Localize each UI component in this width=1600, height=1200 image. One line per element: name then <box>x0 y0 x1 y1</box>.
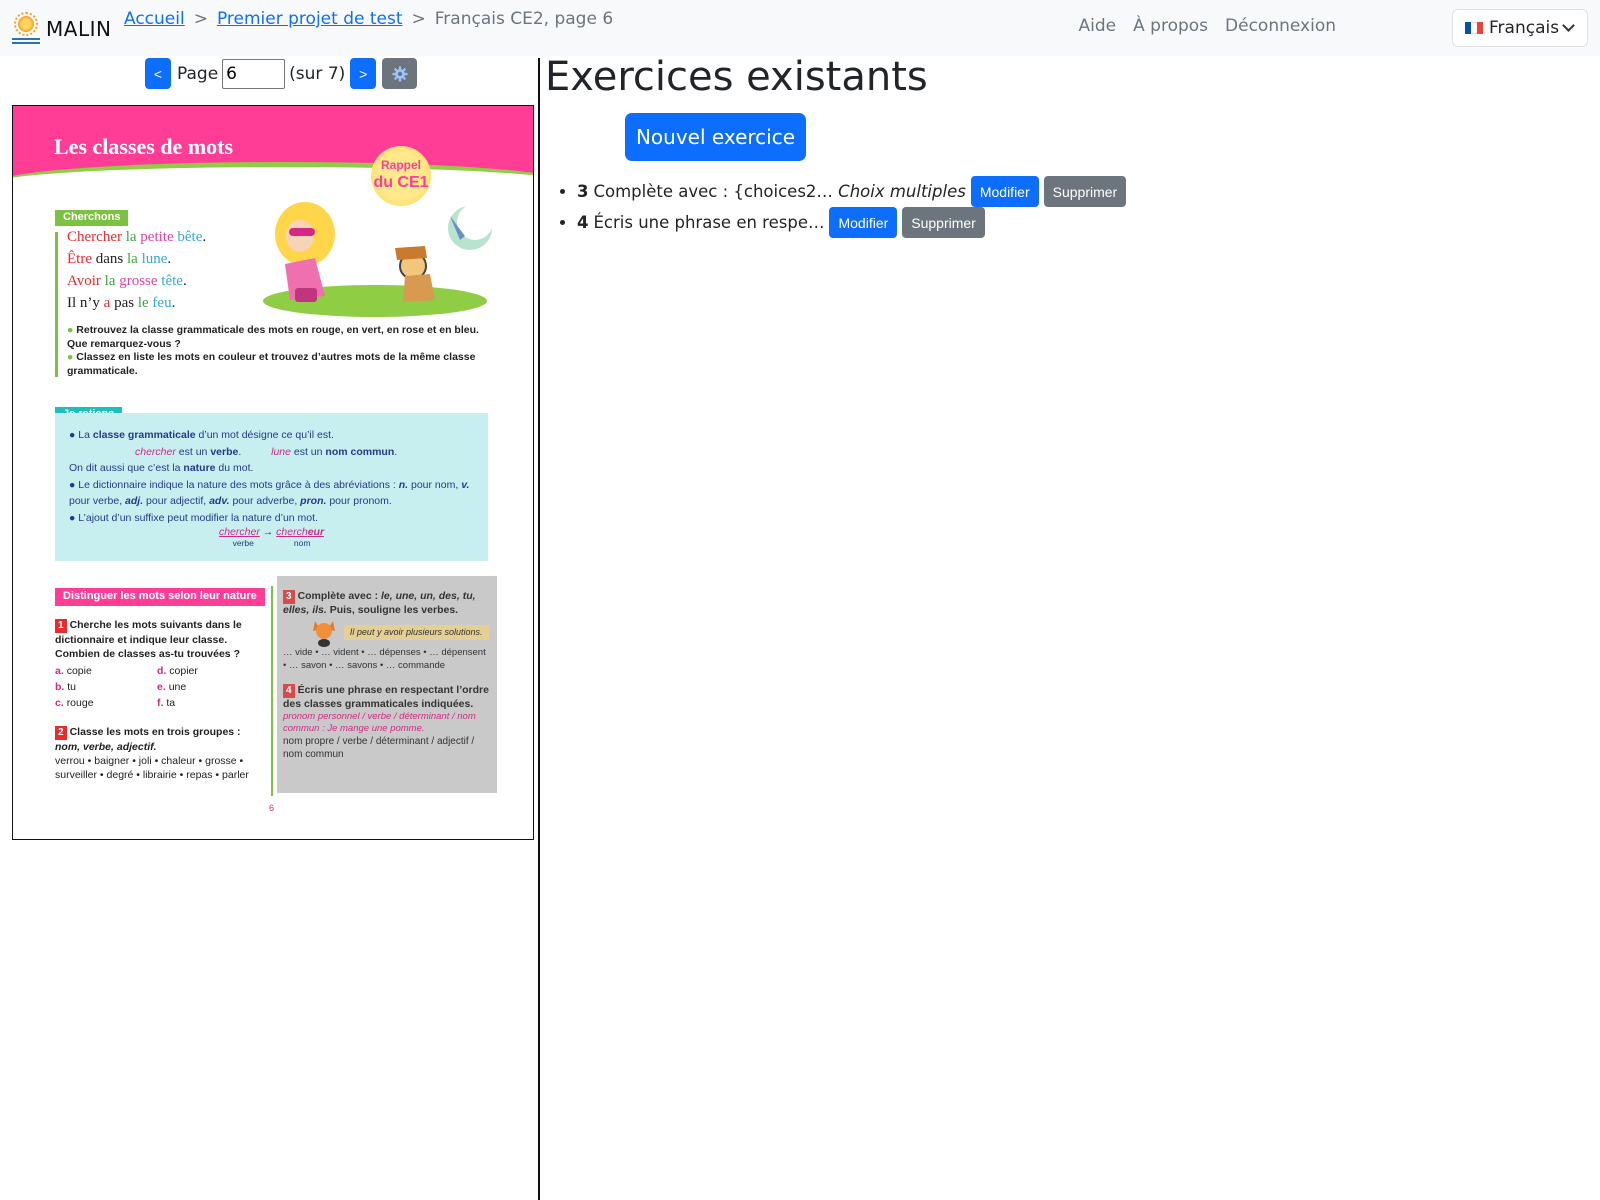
sentence-line: Être dans la lune. <box>67 248 206 270</box>
exercise-list-item: 4Écris une phrase en respe…ModifierSuppr… <box>577 207 1126 238</box>
french-flag-icon <box>1465 22 1483 34</box>
gear-icon <box>392 66 408 81</box>
sentence-line: Il n’y a pas le feu. <box>67 292 206 314</box>
settings-button[interactable] <box>382 58 418 89</box>
exercise-number: 4 <box>577 213 589 232</box>
breadcrumb-current: Français CE2, page 6 <box>434 9 614 29</box>
sentence-word: Chercher <box>67 229 122 245</box>
exercise-type: Choix multiples <box>838 182 966 201</box>
instruction-2: Classez en liste les mots en couleur et … <box>67 351 476 377</box>
page-total: (sur 7) <box>289 63 346 84</box>
sentence-word: bête <box>173 229 203 245</box>
malin-logo-icon <box>12 12 40 44</box>
instruction-1: Retrouvez la classe grammaticale des mot… <box>67 324 479 350</box>
sentence-word: tête <box>157 273 183 289</box>
exercise-1-item: b. tu <box>55 681 77 693</box>
sentence-word: dans <box>91 251 127 267</box>
rappel-level: du CE1 <box>373 174 429 191</box>
instructions: ● Retrouvez la classe grammaticale des m… <box>67 324 479 377</box>
exercise-number: 3 <box>577 182 589 201</box>
exercise-1-item: f. ta <box>157 697 176 709</box>
sentence-word: feu <box>148 295 172 311</box>
delete-exercise-button[interactable]: Supprimer <box>1043 176 1127 207</box>
edit-exercise-button[interactable]: Modifier <box>829 207 898 238</box>
chevron-down-icon <box>1562 19 1575 32</box>
exercise-1-item: d. copier <box>157 665 198 677</box>
exercise-text: Écris une phrase en respe… <box>593 213 825 232</box>
panel-divider[interactable] <box>538 58 540 1200</box>
exercise-4: 4 Écris une phrase en respectant l’ordre … <box>283 684 489 760</box>
edit-exercise-button[interactable]: Modifier <box>970 176 1039 207</box>
sentence-word: la <box>100 273 120 289</box>
sentence-word: lune <box>137 251 168 267</box>
exercise-3: 3 Complète avec : le, une, un, des, tu, e… <box>283 590 476 616</box>
brand-name: MALIN <box>46 17 112 41</box>
sentence-word: . <box>202 229 207 245</box>
new-exercise-button[interactable]: Nouvel exercice <box>625 113 806 161</box>
nav-logout-link[interactable]: Déconnexion <box>1225 16 1336 36</box>
next-page-button[interactable]: > <box>350 58 377 89</box>
sentence-word: . <box>182 273 187 289</box>
exercise-1-item: c. rouge <box>55 697 94 709</box>
exercise-1-item: a. copie <box>55 665 92 677</box>
rappel-label: Rappel <box>380 158 421 172</box>
language-select-value: Français <box>1489 18 1560 38</box>
sentence-word: grosse <box>119 273 158 289</box>
sentence-word: petite <box>140 229 174 245</box>
navbar: MALIN Accueil > Premier projet de test > Fra… <box>0 0 1600 56</box>
section-tag: Distinguer les mots selon leur nature <box>55 588 265 606</box>
sentence-word: Il n’y <box>67 295 104 311</box>
sentence-line: Avoir la grosse tête. <box>67 270 206 292</box>
previous-page-button[interactable]: < <box>145 58 171 89</box>
delete-exercise-button[interactable]: Supprimer <box>902 207 985 238</box>
language-select[interactable]: Français <box>1452 9 1588 47</box>
exercise-1-item: e. une <box>157 681 187 693</box>
sentence-word: la <box>121 229 141 245</box>
exercise-2: 2 Classe les mots en trois groupes : nom,… <box>55 726 249 781</box>
exercise-list-item: 3Complète avec : {choices2… Choix multip… <box>577 176 1127 207</box>
sentence-word: Avoir <box>67 273 101 289</box>
breadcrumb: Accueil > Premier projet de test > Français … <box>124 9 614 29</box>
breadcrumb-home-link[interactable]: Accueil <box>124 9 185 29</box>
nav-help-link[interactable]: Aide <box>1079 16 1117 36</box>
sentence-word: la <box>126 251 138 267</box>
exercise-3-4-box: 3 Complète avec : le, une, un, des, tu, e… <box>277 576 497 793</box>
hint-bubble: Il peut y avoir plusieurs solutions. <box>343 624 489 640</box>
exercises-heading: Exercices existants <box>545 54 928 100</box>
section-bar <box>55 232 58 377</box>
sentence-line: Chercher la petite bête. <box>67 226 206 248</box>
exercise-1: 1 Cherche les mots suivants dans le dicti… <box>55 618 265 782</box>
page-navigator: < Page (sur 7) > <box>145 58 418 89</box>
lesson-title: Les classes de mots <box>54 134 234 159</box>
sentence-word: . <box>167 251 172 267</box>
cherchons-tag: Cherchons <box>55 210 129 226</box>
exercise-text: Complète avec : {choices2… <box>593 182 833 201</box>
exercise-3-words: … vide • … vident • … dépenses • … dépen… <box>283 647 486 671</box>
exercise-list: 3Complète avec : {choices2… Choix multip… <box>560 176 1127 238</box>
cartoon-illustration <box>263 202 493 317</box>
rappel-badge: Rappel du CE1 <box>371 146 431 206</box>
sentence-word: Être <box>67 251 92 267</box>
example-sentences: Chercher la petite bête. Être dans la lun… <box>67 226 206 314</box>
nav-about-link[interactable]: À propos <box>1133 16 1208 36</box>
page-label: Page <box>177 63 219 84</box>
column-separator <box>271 586 273 796</box>
page-number-input[interactable] <box>222 58 286 89</box>
sentence-word: pas <box>110 295 138 311</box>
je-retiens-box: ● La classe grammaticale d’un mot désign… <box>55 413 488 561</box>
brand[interactable]: MALIN <box>12 12 112 44</box>
fox-mascot-icon <box>313 621 335 647</box>
page-number: 6 <box>269 803 275 813</box>
sentence-word: . <box>171 295 176 311</box>
textbook-page[interactable]: Les classes de mots Rappel du CE1 Cherch… <box>12 105 534 840</box>
breadcrumb-project-link[interactable]: Premier projet de test <box>217 9 403 29</box>
sentence-word: le <box>137 295 149 311</box>
